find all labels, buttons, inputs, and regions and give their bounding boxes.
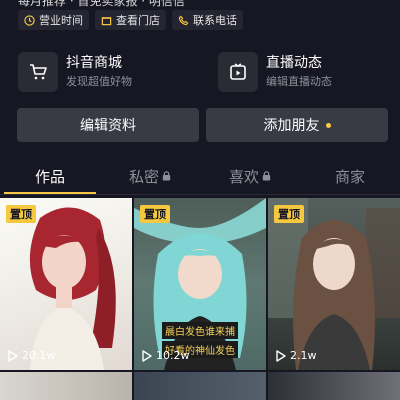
button-label: 添加朋友 <box>263 118 320 134</box>
store-icon <box>101 16 112 25</box>
tab-works[interactable]: 作品 <box>0 158 100 194</box>
clock-icon <box>24 14 35 26</box>
tab-divider <box>0 194 400 195</box>
video-tile-partial[interactable] <box>0 372 132 400</box>
add-friend-button[interactable]: 添加朋友 <box>206 108 388 142</box>
caption-line: 晨白发色谁来捕 <box>162 322 238 339</box>
video-tile-partial[interactable] <box>268 372 400 400</box>
cart-icon <box>30 64 47 80</box>
play-icon <box>142 349 152 362</box>
card-title: 抖音商城 <box>66 55 122 71</box>
card-live-updates[interactable]: 直播动态 编辑直播动态 <box>218 46 398 98</box>
tab-private[interactable]: 私密 <box>100 158 200 194</box>
tab-label: 商家 <box>334 167 365 186</box>
lock-icon <box>262 171 271 181</box>
play-count-value: 20.1w <box>22 349 56 362</box>
top-text: 每月推荐 · 首免卖家报 · 明信信 <box>18 0 185 8</box>
chip-label: 营业时间 <box>39 14 83 27</box>
card-douyin-mall[interactable]: 抖音商城 发现超值好物 <box>18 46 198 98</box>
lock-icon <box>162 171 171 181</box>
play-count: 2.1w <box>276 349 317 362</box>
live-icon <box>230 63 246 80</box>
video-tile[interactable]: 置顶 晨白发色谁来捕 好看的神仙发色 10.2w <box>134 198 266 370</box>
card-title: 直播动态 <box>266 55 322 71</box>
card-subtitle: 编辑直播动态 <box>266 75 332 88</box>
card-icon-wrap <box>18 52 58 92</box>
service-cards: 抖音商城 发现超值好物 直播动态 编辑直播动态 <box>18 46 398 98</box>
edit-profile-button[interactable]: 编辑资料 <box>17 108 199 142</box>
video-tile[interactable]: 置顶 2.1w <box>268 198 400 370</box>
play-count: 20.1w <box>8 349 56 362</box>
button-label: 编辑资料 <box>80 118 136 134</box>
pinned-badge: 置顶 <box>274 205 304 223</box>
tab-merchant[interactable]: 商家 <box>300 158 400 194</box>
play-count-value: 10.2w <box>156 349 190 362</box>
tab-likes[interactable]: 喜欢 <box>200 158 300 194</box>
play-icon <box>8 349 18 362</box>
play-icon <box>276 349 286 362</box>
info-chip-row: 营业时间 查看门店 联系电话 <box>18 10 243 30</box>
top-text-strip: 每月推荐 · 首免卖家报 · 明信信 <box>0 0 400 8</box>
tab-label: 私密 <box>128 167 159 186</box>
play-count: 10.2w <box>142 349 190 362</box>
pinned-badge: 置顶 <box>6 205 36 223</box>
phone-icon <box>178 15 189 25</box>
video-thumbnail <box>268 198 400 370</box>
pinned-badge: 置顶 <box>140 205 170 223</box>
chip-label: 联系电话 <box>193 14 237 27</box>
card-icon-wrap <box>218 52 258 92</box>
video-tile[interactable]: 置顶 20.1w <box>0 198 132 370</box>
play-count-value: 2.1w <box>290 349 317 362</box>
chip-label: 查看门店 <box>116 14 160 27</box>
profile-actions: 编辑资料 添加朋友 <box>17 108 388 142</box>
chip-business-hours[interactable]: 营业时间 <box>18 10 89 30</box>
notification-dot <box>325 122 331 128</box>
video-thumbnail <box>29 207 116 370</box>
tab-label: 作品 <box>34 167 65 186</box>
card-subtitle: 发现超值好物 <box>66 75 132 88</box>
profile-tabs: 作品 私密 喜欢 商家 <box>0 158 400 194</box>
chip-view-store[interactable]: 查看门店 <box>95 10 166 30</box>
video-tile-partial[interactable] <box>134 372 266 400</box>
chip-contact-phone[interactable]: 联系电话 <box>172 10 243 30</box>
tab-label: 喜欢 <box>228 167 259 186</box>
